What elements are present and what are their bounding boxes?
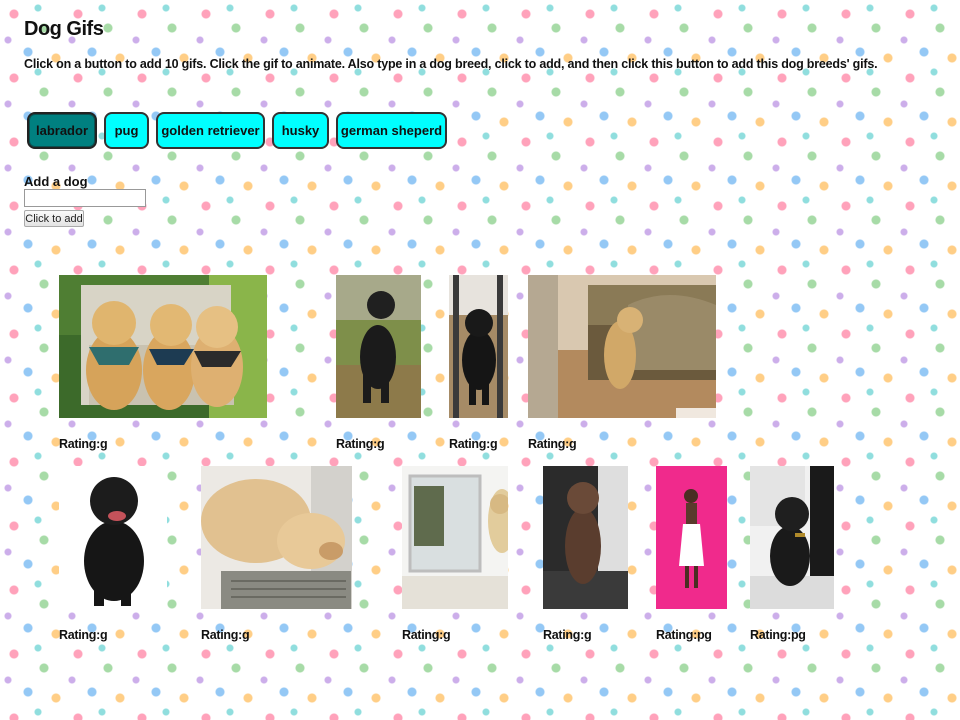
gif-yellow-lab-at-door[interactable]	[402, 466, 508, 609]
breed-button-labrador[interactable]: labrador	[27, 112, 97, 149]
gif-black-lab-portrait[interactable]	[59, 466, 167, 609]
gif-rating: Rating:g	[449, 437, 498, 451]
gif-black-lab-indoors[interactable]	[449, 275, 508, 418]
gif-black-lab-on-grass[interactable]	[336, 275, 421, 418]
gif-rating: Rating:g	[336, 437, 385, 451]
instructions-text: Click on a button to add 10 gifs. Click …	[24, 57, 878, 71]
breed-button-husky[interactable]: husky	[272, 112, 329, 149]
gif-yellow-lab-by-sofa[interactable]	[528, 275, 716, 418]
breed-button-golden-retriever[interactable]: golden retriever	[156, 112, 265, 149]
gif-woman-on-pink-background[interactable]	[656, 466, 727, 609]
gif-sleeping-golden-puppy[interactable]	[201, 466, 352, 609]
gif-rating: Rating:pg	[750, 628, 806, 642]
gif-rating: Rating:g	[59, 437, 108, 451]
breed-button-german-sheperd[interactable]: german sheperd	[336, 112, 447, 149]
gif-rating: Rating:g	[59, 628, 108, 642]
gif-rating: Rating:g	[402, 628, 451, 642]
gif-rating: Rating:g	[528, 437, 577, 451]
gif-black-lab-puppy-sitting[interactable]	[750, 466, 834, 609]
gif-chocolate-lab-jumping[interactable]	[543, 466, 628, 609]
gif-rating: Rating:g	[201, 628, 250, 642]
breed-button-pug[interactable]: pug	[104, 112, 149, 149]
page-title: Dog Gifs	[24, 18, 104, 40]
add-dog-input[interactable]	[24, 189, 146, 207]
gif-rating: Rating:g	[543, 628, 592, 642]
gif-rating: Rating:pg	[656, 628, 712, 642]
click-to-add-button[interactable]: Click to add	[24, 210, 84, 227]
add-dog-label: Add a dog	[24, 174, 88, 189]
gif-golden-puppies-on-chair[interactable]	[59, 275, 267, 418]
